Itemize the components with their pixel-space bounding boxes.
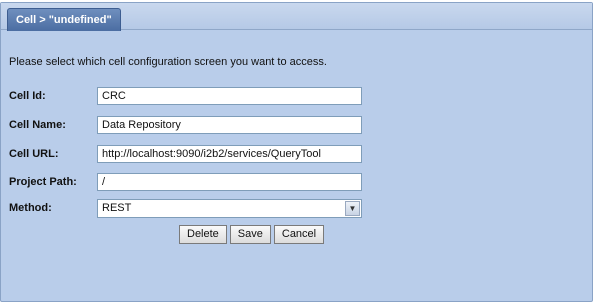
cell-id-label: Cell Id: bbox=[9, 90, 46, 102]
chevron-down-icon[interactable]: ▼ bbox=[345, 201, 360, 216]
instruction-text: Please select which cell configuration s… bbox=[9, 56, 327, 68]
save-button[interactable]: Save bbox=[229, 225, 271, 244]
delete-button[interactable]: Delete bbox=[179, 225, 227, 244]
cell-url-label: Cell URL: bbox=[9, 148, 59, 160]
cancel-button[interactable]: Cancel bbox=[273, 225, 325, 244]
cell-id-input[interactable] bbox=[97, 87, 362, 105]
cell-name-input[interactable] bbox=[97, 116, 362, 134]
project-path-label: Project Path: bbox=[9, 176, 77, 188]
button-row: Delete Save Cancel bbox=[179, 225, 327, 244]
cell-url-input[interactable] bbox=[97, 145, 362, 163]
project-path-input[interactable] bbox=[97, 173, 362, 191]
tab-strip: Cell > "undefined" bbox=[1, 3, 592, 31]
cell-config-panel: Cell > "undefined" Please select which c… bbox=[0, 2, 593, 302]
tab-cell-undefined[interactable]: Cell > "undefined" bbox=[7, 8, 121, 31]
method-select-value: REST bbox=[102, 202, 132, 214]
method-label: Method: bbox=[9, 202, 52, 214]
method-select[interactable]: REST ▼ bbox=[97, 199, 362, 218]
cell-name-label: Cell Name: bbox=[9, 119, 66, 131]
